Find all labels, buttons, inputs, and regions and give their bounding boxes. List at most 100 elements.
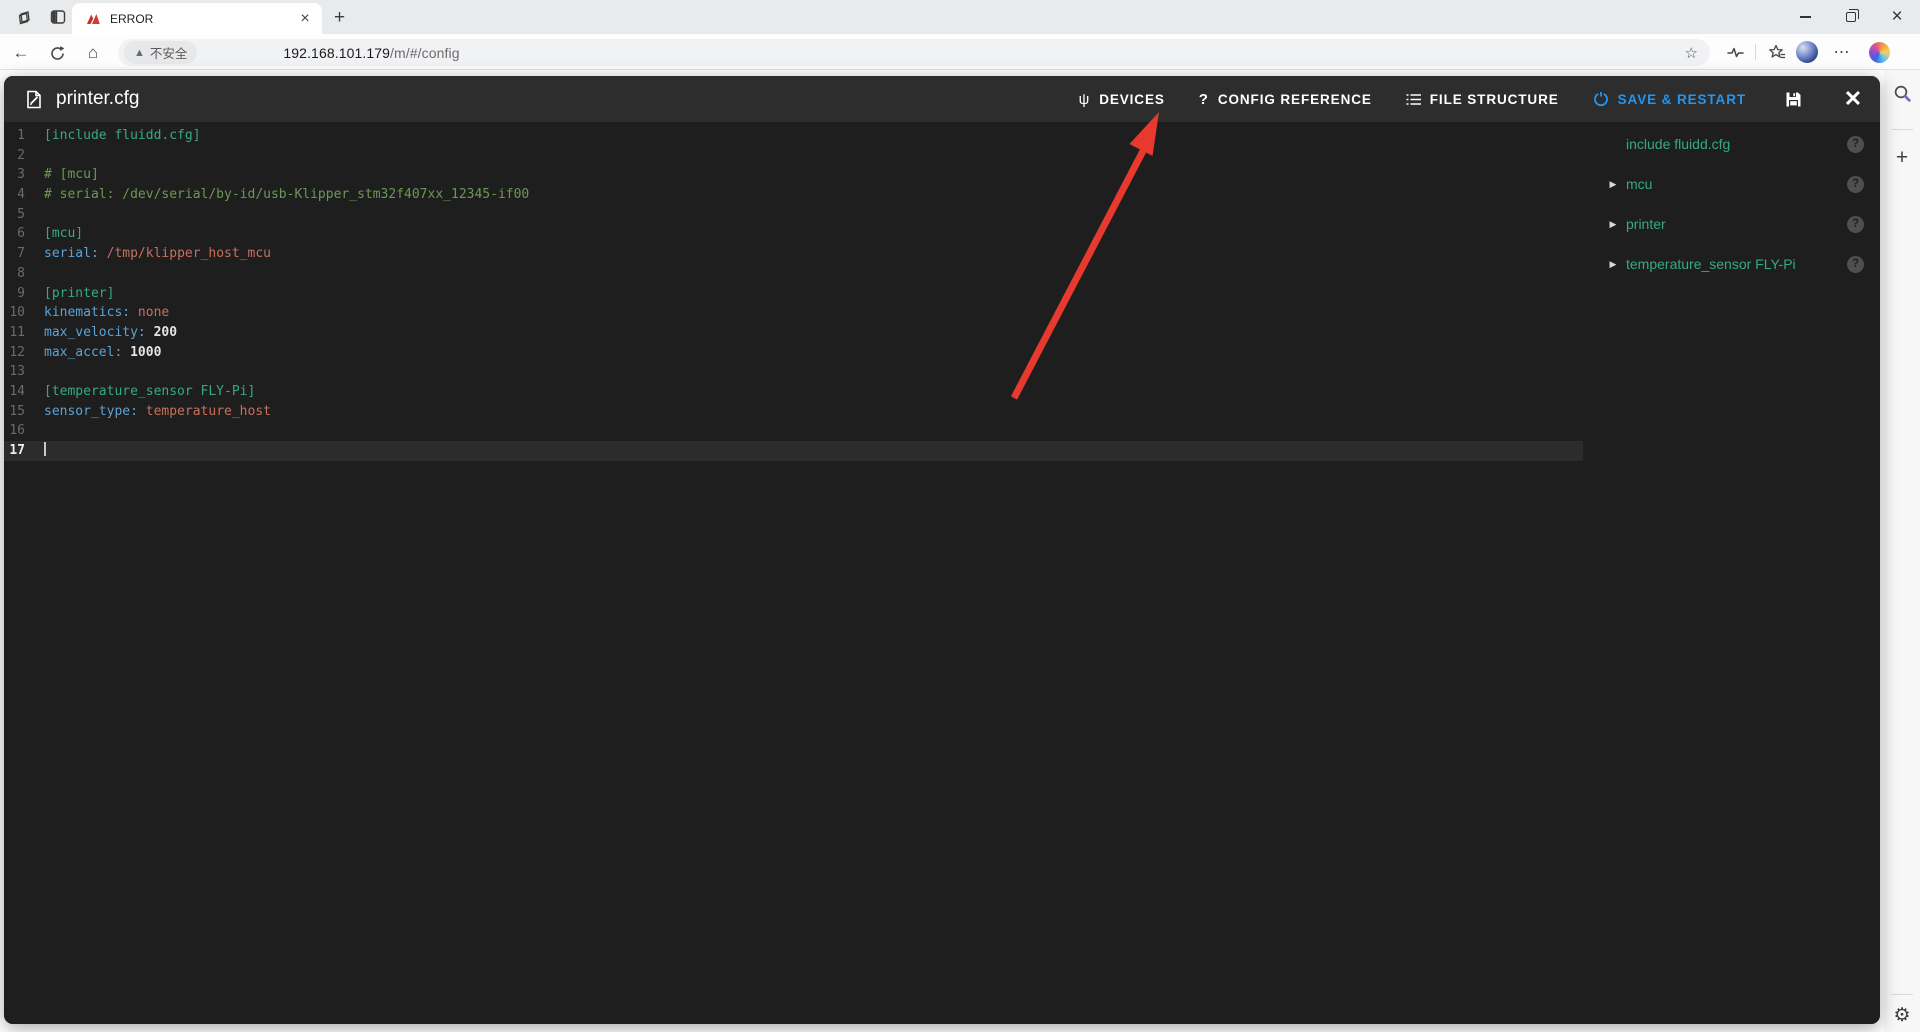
- restore-button[interactable]: [1828, 0, 1874, 34]
- bookmark-star-icon[interactable]: ☆: [1685, 44, 1698, 62]
- home-icon[interactable]: ⌂: [82, 42, 104, 64]
- code-line[interactable]: 11 max_velocity: 200: [4, 323, 1583, 343]
- code-line[interactable]: 3 # [mcu]: [4, 165, 1583, 185]
- browser-tab[interactable]: ERROR ×: [72, 3, 322, 34]
- code-line-text: # [mcu]: [44, 167, 99, 183]
- browser-essentials-icon[interactable]: [1724, 42, 1746, 62]
- address-bar[interactable]: ▲ 不安全 192.168.101.179/m/#/config ☆: [118, 39, 1710, 66]
- devices-button[interactable]: ψ DEVICES: [1079, 91, 1165, 108]
- usb-icon: ψ: [1078, 90, 1091, 108]
- code-line-text: [temperature_sensor FLY-Pi]: [44, 383, 256, 399]
- help-icon[interactable]: ?: [1847, 215, 1864, 233]
- line-number: 1: [17, 128, 25, 143]
- sidebar-divider-bottom: [1891, 994, 1913, 995]
- sidebar-search-icon[interactable]: [1884, 84, 1920, 103]
- help-icon[interactable]: ?: [1847, 175, 1864, 193]
- tab-close-icon[interactable]: ×: [296, 10, 314, 28]
- sidebar-settings-gear-icon[interactable]: ⚙: [1884, 1004, 1920, 1027]
- line-number: 4: [17, 187, 25, 203]
- tree-item[interactable]: include fluidd.cfg?: [1587, 124, 1880, 164]
- code-line-text: [include fluidd.cfg]: [44, 128, 201, 143]
- expand-arrow-icon[interactable]: ▶: [1603, 259, 1623, 270]
- code-line-text: kinematics: none: [44, 305, 170, 321]
- warning-icon: ▲: [134, 46, 145, 59]
- page-background: + ⚙ printer.cfg ψ DEVICES ? CONFIG REFER…: [0, 70, 1920, 1032]
- file-edit-icon: [24, 89, 44, 110]
- profile-avatar[interactable]: [1796, 41, 1818, 63]
- code-line[interactable]: 16: [4, 421, 1583, 441]
- text-cursor: [44, 442, 46, 456]
- refresh-icon[interactable]: [46, 42, 68, 64]
- back-icon[interactable]: ←: [10, 42, 32, 64]
- code-line[interactable]: 8: [4, 264, 1583, 284]
- help-icon[interactable]: ?: [1847, 255, 1864, 273]
- file-structure-button[interactable]: FILE STRUCTURE: [1406, 92, 1559, 107]
- code-line[interactable]: 7 serial: /tmp/klipper_host_mcu: [4, 244, 1583, 264]
- code-line[interactable]: 1 [include fluidd.cfg]: [4, 126, 1583, 146]
- more-options-icon[interactable]: ⋯: [1831, 42, 1853, 62]
- code-line[interactable]: 6 [mcu]: [4, 224, 1583, 244]
- code-line[interactable]: 4 # serial: /dev/serial/by-id/usb-Klipper…: [4, 185, 1583, 205]
- config-structure-tree: include fluidd.cfg? ▶ mcu? ▶ printer? ▶ temper…: [1587, 122, 1880, 284]
- line-number: 14: [9, 383, 25, 399]
- tree-item[interactable]: ▶ printer?: [1587, 204, 1880, 244]
- code-line-text: serial: /tmp/klipper_host_mcu: [44, 246, 271, 262]
- file-title: printer.cfg: [56, 88, 140, 109]
- window-close-button[interactable]: ×: [1874, 0, 1920, 34]
- line-number: 11: [9, 324, 25, 340]
- toolbar-divider: [1755, 44, 1756, 60]
- code-line[interactable]: 12 max_accel: 1000: [4, 343, 1583, 363]
- line-number: 5: [17, 206, 25, 222]
- config-reference-button[interactable]: ? CONFIG REFERENCE: [1199, 91, 1372, 108]
- window-controls: ×: [1782, 0, 1920, 34]
- workspaces-icon[interactable]: [14, 7, 34, 27]
- code-editor[interactable]: 1 [include fluidd.cfg] 2 3 # [mcu] 4 # serial:…: [4, 126, 1583, 461]
- save-restart-button[interactable]: SAVE & RESTART: [1593, 91, 1746, 107]
- line-number: 16: [9, 423, 25, 439]
- code-line[interactable]: 5: [4, 205, 1583, 225]
- vertical-tabs-icon[interactable]: [48, 7, 68, 27]
- line-number: 8: [17, 265, 25, 281]
- new-tab-icon[interactable]: +: [334, 7, 345, 29]
- url-text: 192.168.101.179/m/#/config: [283, 44, 460, 61]
- tree-item-label: temperature_sensor FLY-Pi: [1626, 256, 1796, 272]
- line-number: 3: [17, 167, 25, 183]
- code-line[interactable]: 14 [temperature_sensor FLY-Pi]: [4, 382, 1583, 402]
- restart-icon: [1593, 91, 1609, 107]
- editor-header: printer.cfg ψ DEVICES ? CONFIG REFERENCE…: [4, 76, 1880, 122]
- tree-item[interactable]: ▶ mcu?: [1587, 164, 1880, 204]
- code-line[interactable]: 2: [4, 146, 1583, 166]
- line-number: 7: [17, 246, 25, 262]
- line-number: 15: [9, 403, 25, 419]
- line-number: 9: [17, 285, 25, 301]
- code-line-text: max_velocity: 200: [44, 324, 178, 340]
- help-icon[interactable]: ?: [1847, 135, 1864, 153]
- sidebar-add-icon[interactable]: +: [1884, 146, 1920, 170]
- code-line[interactable]: 9 [printer]: [4, 284, 1583, 304]
- fluidd-favicon: [86, 11, 102, 27]
- copilot-icon[interactable]: [1869, 42, 1890, 63]
- security-label: 不安全: [149, 47, 188, 61]
- close-editor-icon[interactable]: ✕: [1840, 86, 1866, 112]
- favorites-icon[interactable]: [1766, 42, 1788, 62]
- expand-arrow-icon[interactable]: ▶: [1603, 219, 1623, 230]
- code-line-text: [mcu]: [44, 226, 84, 242]
- code-line[interactable]: 13: [4, 362, 1583, 382]
- expand-arrow-icon[interactable]: ▶: [1603, 179, 1623, 190]
- code-line[interactable]: 15 sensor_type: temperature_host: [4, 402, 1583, 422]
- code-line[interactable]: 10 kinematics: none: [4, 303, 1583, 323]
- minimize-button[interactable]: [1782, 0, 1828, 34]
- code-line-text: [printer]: [44, 285, 115, 301]
- config-editor-modal: printer.cfg ψ DEVICES ? CONFIG REFERENCE…: [4, 76, 1880, 1024]
- tree-item[interactable]: ▶ temperature_sensor FLY-Pi?: [1587, 244, 1880, 284]
- save-icon[interactable]: [1780, 86, 1806, 112]
- line-number: 17: [9, 443, 25, 458]
- security-badge[interactable]: ▲ 不安全: [124, 41, 198, 64]
- code-line-text: sensor_type: temperature_host: [44, 403, 271, 419]
- code-line[interactable]: 17: [4, 441, 1583, 461]
